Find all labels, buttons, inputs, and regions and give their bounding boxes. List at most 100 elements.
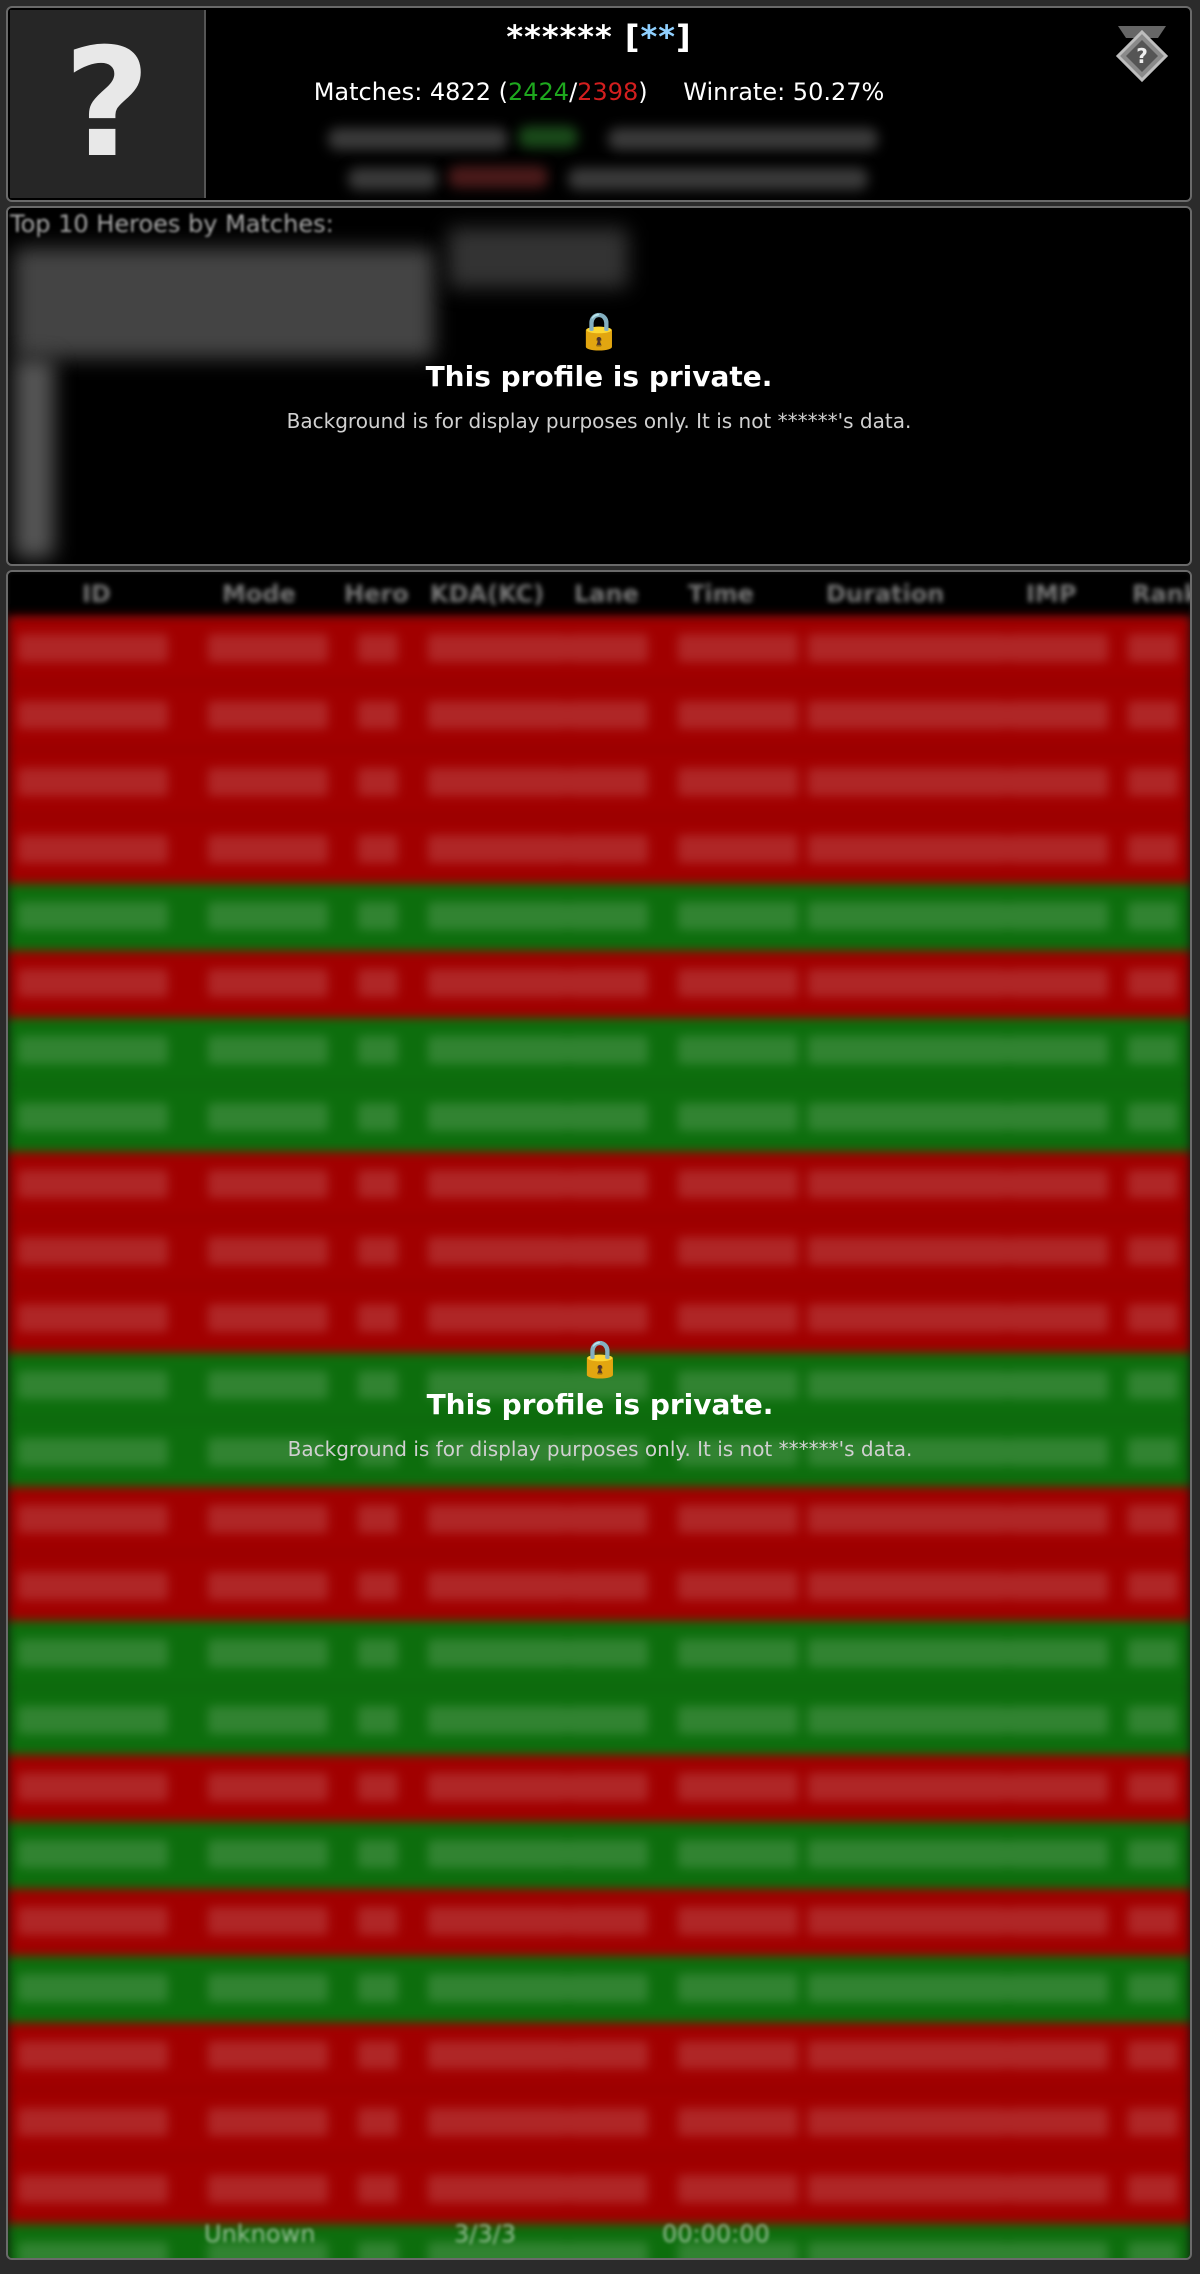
table-cell xyxy=(358,1639,398,1667)
winrate: Winrate: 50.27% xyxy=(683,78,885,106)
table-row[interactable] xyxy=(8,750,1190,817)
table-cell xyxy=(808,768,1008,796)
table-row[interactable] xyxy=(8,1956,1190,2023)
table-cell xyxy=(428,1773,568,1801)
table-cell xyxy=(1128,1773,1178,1801)
table-cell xyxy=(678,2041,798,2069)
top-heroes-title: Top 10 Heroes by Matches: xyxy=(10,210,334,238)
table-cell xyxy=(678,835,798,863)
table-cell xyxy=(568,2175,648,2203)
table-cell xyxy=(808,2108,1008,2136)
table-cell xyxy=(808,1572,1008,1600)
table-cell xyxy=(428,2108,568,2136)
table-cell xyxy=(568,1706,648,1734)
table-row[interactable] xyxy=(8,2157,1190,2224)
table-cell xyxy=(208,2041,328,2069)
table-cell xyxy=(568,1907,648,1935)
player-name-text: ****** xyxy=(506,18,613,56)
table-cell xyxy=(678,1103,798,1131)
table-row[interactable] xyxy=(8,2090,1190,2157)
table-row[interactable] xyxy=(8,616,1190,683)
table-cell xyxy=(208,1304,328,1332)
table-cell xyxy=(208,1505,328,1533)
table-cell xyxy=(208,1907,328,1935)
table-row[interactable] xyxy=(8,1085,1190,1152)
table-cell xyxy=(18,2041,168,2069)
blurred-stat xyxy=(608,128,878,150)
table-cell xyxy=(18,1974,168,2002)
table-row[interactable] xyxy=(8,951,1190,1018)
table-cell xyxy=(678,634,798,662)
table-cell xyxy=(1128,1170,1178,1198)
col-imp: IMP xyxy=(1026,580,1077,608)
col-rank: Rank xyxy=(1132,580,1190,608)
table-cell xyxy=(1008,1237,1108,1265)
lock-icon: 🔒 xyxy=(577,1339,623,1380)
table-cell xyxy=(568,1505,648,1533)
table-cell xyxy=(1008,1907,1108,1935)
table-cell xyxy=(808,2041,1008,2069)
table-cell xyxy=(1128,1572,1178,1600)
table-row[interactable] xyxy=(8,2023,1190,2090)
table-cell xyxy=(358,1840,398,1868)
matches-label: Matches: 4822 ( xyxy=(313,78,508,106)
col-mode: Mode xyxy=(222,580,296,608)
table-cell xyxy=(808,1974,1008,2002)
table-row[interactable] xyxy=(8,1755,1190,1822)
table-cell xyxy=(1008,2108,1108,2136)
table-cell xyxy=(1008,1706,1108,1734)
table-row[interactable] xyxy=(8,1018,1190,1085)
table-cell xyxy=(568,1304,648,1332)
table-cell xyxy=(808,1103,1008,1131)
table-row[interactable] xyxy=(8,884,1190,951)
table-cell xyxy=(808,1706,1008,1734)
table-cell xyxy=(678,1974,798,2002)
table-cell xyxy=(428,768,568,796)
table-cell xyxy=(568,1036,648,1064)
table-row[interactable] xyxy=(8,817,1190,884)
table-cell xyxy=(678,1639,798,1667)
table-cell xyxy=(808,1840,1008,1868)
table-cell xyxy=(808,701,1008,729)
table-cell xyxy=(808,2242,1008,2258)
table-cell xyxy=(18,1237,168,1265)
table-cell xyxy=(1128,1237,1178,1265)
blurred-stat xyxy=(448,166,548,188)
table-row[interactable] xyxy=(8,1822,1190,1889)
col-hero: Hero xyxy=(344,580,409,608)
col-id: ID xyxy=(82,580,111,608)
table-cell xyxy=(358,1304,398,1332)
table-row[interactable] xyxy=(8,1487,1190,1554)
table-cell xyxy=(808,969,1008,997)
table-row[interactable] xyxy=(8,1219,1190,1286)
table-cell xyxy=(1008,1036,1108,1064)
table-row[interactable] xyxy=(8,1621,1190,1688)
table-row[interactable] xyxy=(8,1554,1190,1621)
table-row[interactable] xyxy=(8,1688,1190,1755)
table-cell xyxy=(568,902,648,930)
last-row-mode: Unknown xyxy=(204,2220,316,2248)
table-cell xyxy=(1128,1505,1178,1533)
table-cell xyxy=(358,1974,398,2002)
table-cell xyxy=(208,2175,328,2203)
table-cell xyxy=(358,1773,398,1801)
table-cell xyxy=(18,1706,168,1734)
table-cell xyxy=(358,1572,398,1600)
table-cell xyxy=(1128,1304,1178,1332)
table-cell xyxy=(678,701,798,729)
table-cell xyxy=(428,1237,568,1265)
table-row[interactable] xyxy=(8,683,1190,750)
table-row[interactable] xyxy=(8,2224,1190,2258)
table-cell xyxy=(358,2108,398,2136)
table-cell xyxy=(428,1840,568,1868)
unknown-rank-icon[interactable]: ? xyxy=(1114,22,1170,84)
table-row[interactable] xyxy=(8,1889,1190,1956)
table-cell xyxy=(428,835,568,863)
table-cell xyxy=(18,2242,168,2258)
table-row[interactable] xyxy=(8,1152,1190,1219)
table-cell xyxy=(18,1103,168,1131)
table-cell xyxy=(18,2175,168,2203)
table-cell xyxy=(1008,2041,1108,2069)
table-cell xyxy=(428,701,568,729)
col-kda: KDA(KC) xyxy=(430,580,545,608)
